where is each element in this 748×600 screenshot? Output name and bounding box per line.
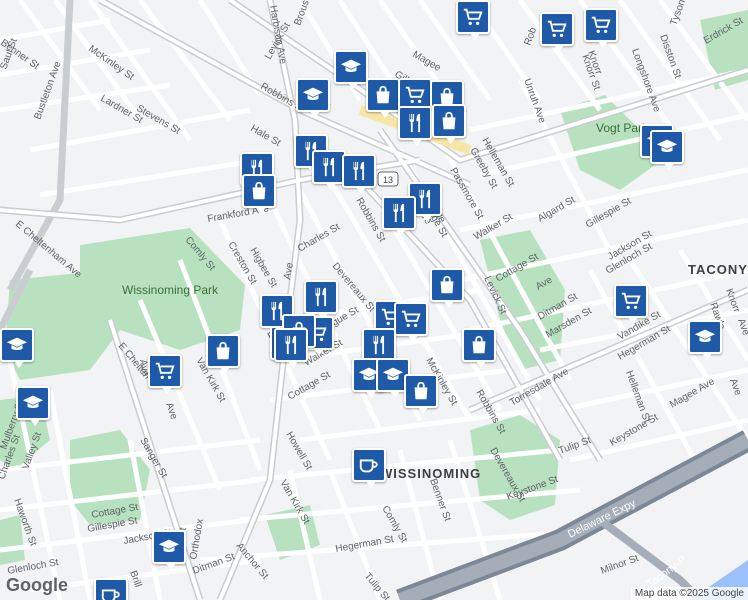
- shopping-bag-icon: [252, 181, 266, 200]
- cart-icon: [155, 362, 175, 380]
- street-label: Orthodox: [188, 518, 206, 560]
- shopping-bag-icon: [472, 335, 486, 354]
- fork-knife-icon: [323, 157, 335, 177]
- poi-marker-shop[interactable]: [462, 328, 496, 368]
- poi-marker-school[interactable]: [152, 530, 186, 570]
- poi-marker-shop[interactable]: [430, 268, 464, 308]
- shopping-bag-icon: [216, 341, 230, 360]
- poi-marker-restaurant[interactable]: [362, 328, 396, 368]
- cart-icon: [547, 20, 567, 38]
- poi-marker-restaurant[interactable]: [398, 106, 432, 146]
- fork-knife-icon: [393, 203, 405, 223]
- shopping-bag-icon: [376, 85, 390, 104]
- graduation-cap-icon: [694, 329, 716, 343]
- street-label: Ave: [0, 0, 17, 3]
- poi-marker-grocery[interactable]: [540, 12, 574, 52]
- poi-marker-grocery[interactable]: [148, 354, 182, 394]
- street-label: Ave: [163, 401, 179, 421]
- poi-marker-grocery[interactable]: [456, 0, 490, 40]
- shopping-bag-icon: [414, 381, 428, 400]
- fork-knife-icon: [285, 335, 297, 355]
- poi-marker-restaurant[interactable]: [312, 150, 346, 190]
- graduation-cap-icon: [340, 59, 362, 73]
- shopping-bag-icon: [440, 275, 454, 294]
- poi-marker-restaurant[interactable]: [382, 196, 416, 236]
- google-logo: Google: [6, 575, 68, 595]
- street-label: Milnor St: [599, 553, 640, 577]
- poi-marker-school[interactable]: [650, 130, 684, 170]
- poi-marker-school[interactable]: [0, 328, 34, 368]
- poi-marker-cafe[interactable]: [352, 448, 386, 488]
- poi-marker-school[interactable]: [296, 78, 330, 118]
- street-label: Ave: [735, 317, 748, 337]
- street-label: Algard St: [536, 194, 577, 224]
- coffee-cup-icon: [359, 459, 378, 473]
- graduation-cap-icon: [22, 395, 44, 409]
- poi-marker-restaurant[interactable]: [274, 328, 308, 368]
- poi-marker-school[interactable]: [688, 320, 722, 360]
- poi-marker-shop[interactable]: [404, 374, 438, 414]
- route-13-badge: 13: [377, 171, 399, 187]
- poi-marker-restaurant[interactable]: [304, 280, 338, 320]
- graduation-cap-icon: [6, 337, 28, 351]
- cart-icon: [591, 16, 611, 34]
- street-label: Tyson Ave: [668, 0, 694, 27]
- fork-knife-icon: [409, 113, 421, 133]
- cart-icon: [405, 86, 425, 104]
- fork-knife-icon: [353, 161, 365, 181]
- graduation-cap-icon: [158, 539, 180, 553]
- delaware-expressway: [396, 430, 748, 600]
- street-label: Hegerman St: [335, 534, 395, 555]
- poi-marker-shop[interactable]: [242, 174, 276, 214]
- fork-knife-icon: [419, 189, 431, 209]
- cart-icon: [463, 8, 483, 26]
- poi-marker-grocery[interactable]: [584, 8, 618, 48]
- poi-marker-shop[interactable]: [432, 104, 466, 144]
- street-label: Hale St: [249, 123, 283, 149]
- poi-marker-school[interactable]: [16, 386, 50, 426]
- poi-marker-restaurant[interactable]: [342, 154, 376, 194]
- map-canvas[interactable]: 13 TACONY WISSINOMING Wissinoming Park Vogt…: [0, 0, 748, 600]
- fork-knife-icon: [315, 287, 327, 307]
- area-label: TACONY: [688, 262, 748, 277]
- shopping-bag-icon: [442, 111, 456, 130]
- fork-knife-icon: [373, 335, 385, 355]
- poi-marker-shop[interactable]: [206, 334, 240, 374]
- street-label: Tulip St: [362, 571, 392, 600]
- street-label: Ave: [727, 377, 743, 397]
- cart-icon: [621, 292, 641, 310]
- poi-marker-grocery[interactable]: [614, 284, 648, 324]
- graduation-cap-icon: [656, 139, 678, 153]
- coffee-cup-icon: [101, 589, 120, 600]
- poi-marker-school[interactable]: [334, 50, 368, 90]
- graduation-cap-icon: [302, 87, 324, 101]
- poi-marker-cafe[interactable]: [94, 578, 128, 600]
- park-label: Wissinoming Park: [122, 283, 219, 297]
- street-label: Rob: [522, 26, 539, 47]
- cart-icon: [401, 310, 421, 328]
- graduation-cap-icon: [382, 367, 404, 381]
- svg-text:13: 13: [383, 175, 393, 185]
- poi-marker-grocery[interactable]: [394, 302, 428, 342]
- map-attribution[interactable]: Map data ©2025 Google: [630, 587, 748, 600]
- poi-marker-shop[interactable]: [366, 78, 400, 118]
- street-label: Brill: [127, 569, 143, 588]
